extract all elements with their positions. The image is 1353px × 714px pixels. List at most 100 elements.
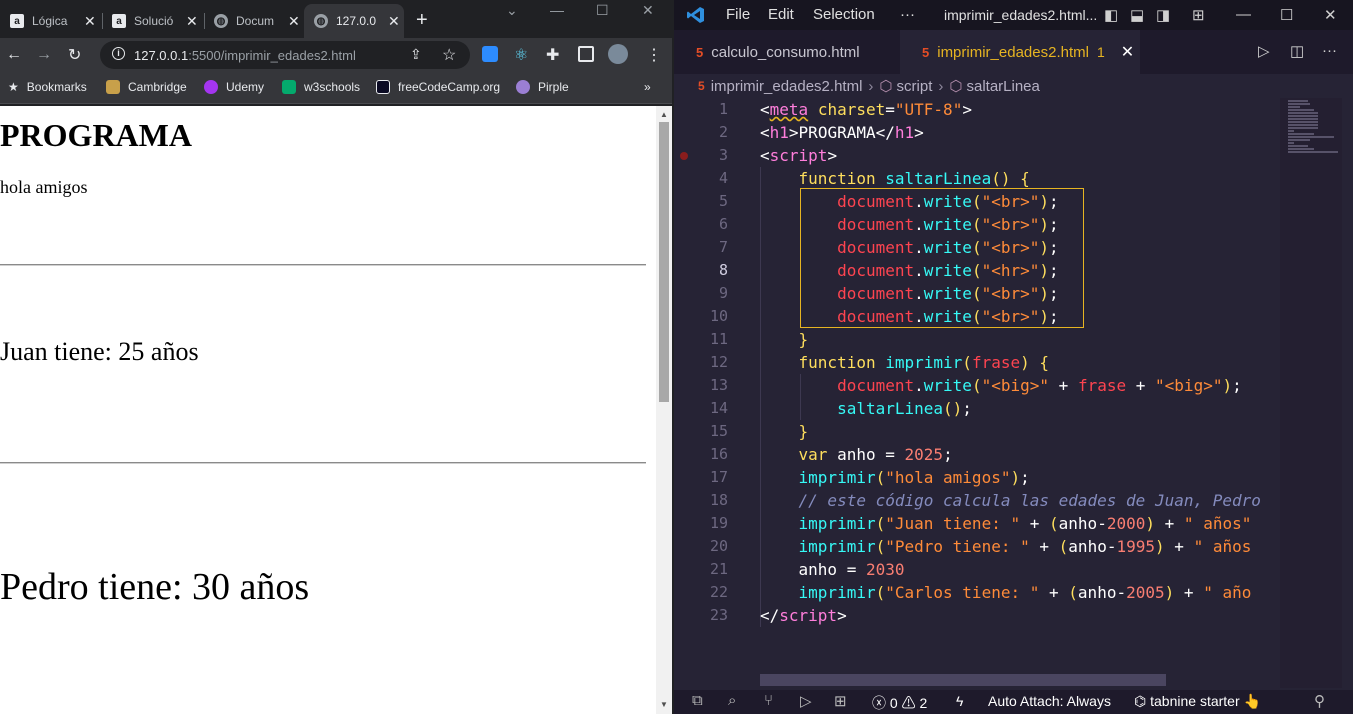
zoom-extension-icon[interactable] xyxy=(482,46,498,62)
minimap-line xyxy=(1288,103,1310,105)
search-icon[interactable]: ⌕ xyxy=(728,692,736,709)
remote-window-icon[interactable]: ⧉ xyxy=(692,692,703,709)
back-arrow-icon[interactable]: ← xyxy=(6,46,22,64)
bookmark-w3schools[interactable]: w3schools xyxy=(282,80,360,94)
browser-tab-1[interactable]: a Lógica ✕ xyxy=(0,4,100,38)
code-line: 23 </script> xyxy=(674,604,1280,627)
html5-icon: 5 xyxy=(698,79,705,93)
minimap[interactable] xyxy=(1280,98,1342,688)
minimap-line xyxy=(1288,112,1318,114)
hand-icon: 👆 xyxy=(1243,693,1261,709)
url-text[interactable]: 127.0.0.1:5500/imprimir_edades2.html xyxy=(134,48,356,63)
close-icon[interactable]: ✕ xyxy=(388,13,400,30)
page-big-text: Juan tiene: 25 años xyxy=(0,337,199,366)
code-line: 19 imprimir("Juan tiene: " + (anho-2000)… xyxy=(674,512,1280,535)
split-editor-icon[interactable]: ◫ xyxy=(1290,42,1304,60)
extensions-icon[interactable]: ⊞ xyxy=(834,692,847,710)
extensions-puzzle-icon[interactable]: ✚ xyxy=(546,45,559,65)
page-scrollbar[interactable]: ▲ ▼ xyxy=(656,106,672,714)
menu-more[interactable]: ··· xyxy=(900,6,915,23)
tabnine-status[interactable]: ⌬ tabnine starter 👆 xyxy=(1134,693,1261,710)
amazon-a-icon: a xyxy=(10,14,24,28)
bookmarks-overflow-icon[interactable]: » xyxy=(644,80,651,94)
maximize-icon[interactable]: ☐ xyxy=(1280,6,1293,24)
feedback-person-icon[interactable]: ⚲ xyxy=(1314,692,1325,710)
bookmark-freecodecamp[interactable]: freeCodeCamp.org xyxy=(376,80,500,94)
line-number: 1 xyxy=(718,100,728,118)
page-text-line: hola amigos xyxy=(0,177,88,197)
scroll-up-arrow-icon[interactable]: ▲ xyxy=(660,110,668,119)
minimap-line xyxy=(1288,142,1294,144)
problems-indicator[interactable]: ⓧ 0 ⚠ 2 xyxy=(872,693,927,713)
bookmark-label: Udemy xyxy=(226,80,265,94)
close-window-icon[interactable]: ✕ xyxy=(1324,6,1337,24)
customize-layout-icon[interactable]: ⊞ xyxy=(1192,6,1205,24)
w3schools-icon xyxy=(282,80,296,94)
maximize-icon[interactable]: ☐ xyxy=(596,2,609,19)
source-control-icon[interactable]: ⑂ xyxy=(764,692,773,709)
browser-tab-3[interactable]: ◍ Docum ✕ xyxy=(204,4,304,38)
toggle-panel-icon[interactable]: ⬓ xyxy=(1130,6,1144,24)
reload-icon[interactable]: ↻ xyxy=(68,45,81,65)
menu-file[interactable]: File xyxy=(726,6,750,23)
close-window-icon[interactable]: ✕ xyxy=(642,2,654,19)
bookmark-label: freeCodeCamp.org xyxy=(398,80,501,94)
minimize-icon[interactable]: — xyxy=(550,2,564,18)
code-line: 4 function saltarLinea() { xyxy=(674,167,1280,190)
auto-attach-status[interactable]: Auto Attach: Always xyxy=(988,693,1111,709)
line-number: 4 xyxy=(718,169,728,187)
forward-arrow-icon[interactable]: → xyxy=(36,46,52,64)
profile-avatar[interactable] xyxy=(608,44,628,64)
new-tab-plus-icon[interactable]: + xyxy=(416,9,428,32)
minimap-line xyxy=(1288,130,1294,132)
bookmark-pirple[interactable]: Pirple xyxy=(516,80,569,94)
line-number: 8 xyxy=(718,261,728,279)
editor-scrollbar[interactable] xyxy=(1342,98,1353,688)
breadcrumb-file[interactable]: imprimir_edades2.html xyxy=(711,78,863,95)
minimap-line xyxy=(1288,106,1300,108)
minimap-line xyxy=(1288,133,1314,135)
react-devtools-icon[interactable]: ⚛ xyxy=(514,45,528,65)
breadcrumb-function[interactable]: saltarLinea xyxy=(966,78,1039,95)
close-icon[interactable]: ✕ xyxy=(186,13,198,30)
menu-selection[interactable]: Selection xyxy=(813,6,875,23)
run-play-icon[interactable]: ▷ xyxy=(1258,42,1270,60)
line-number: 16 xyxy=(709,445,728,463)
lightning-icon[interactable]: ϟ xyxy=(956,693,963,709)
browser-tab-2[interactable]: a Solució ✕ xyxy=(102,4,202,38)
globe-icon: ◍ xyxy=(214,14,228,28)
side-panel-icon[interactable] xyxy=(578,46,594,62)
tab-calculo-consumo[interactable]: 5 calculo_consumo.html xyxy=(674,30,898,74)
browser-tab-4-active[interactable]: ◍ 127.0.0 ✕ xyxy=(304,4,404,38)
run-debug-icon[interactable]: ▷ xyxy=(800,692,812,710)
tab-search-chevron-icon[interactable]: ⌄ xyxy=(506,2,518,19)
toggle-sidebar-icon[interactable]: ◧ xyxy=(1104,6,1118,24)
bookmark-cambridge[interactable]: Cambridge xyxy=(106,80,187,94)
close-icon[interactable]: ✕ xyxy=(288,13,300,30)
bookmark-star-icon[interactable]: ☆ xyxy=(442,45,456,65)
more-actions-icon[interactable]: ··· xyxy=(1322,42,1337,59)
scroll-down-arrow-icon[interactable]: ▼ xyxy=(660,700,668,709)
tab-strip: a Lógica ✕ a Solució ✕ ◍ Docum ✕ ◍ 127.0… xyxy=(0,0,672,38)
close-icon[interactable]: ✕ xyxy=(1121,42,1134,62)
bookmark-udemy[interactable]: Udemy xyxy=(204,80,264,94)
minimap-line xyxy=(1288,118,1318,120)
tab-imprimir-edades2[interactable]: 5 imprimir_edades2.html 1 ✕ xyxy=(900,30,1140,74)
toggle-secondary-sidebar-icon[interactable]: ◨ xyxy=(1156,6,1170,24)
share-icon[interactable]: ⇪ xyxy=(410,46,422,63)
menu-edit[interactable]: Edit xyxy=(768,6,794,23)
breadcrumb-script[interactable]: script xyxy=(897,78,933,95)
horizontal-scrollbar[interactable] xyxy=(760,674,1166,686)
minimap-line xyxy=(1288,124,1318,126)
bookmark-bookmarks[interactable]: ★ Bookmarks xyxy=(8,80,87,94)
close-icon[interactable]: ✕ xyxy=(84,13,96,30)
line-number: 19 xyxy=(709,514,728,532)
site-info-icon[interactable]: i xyxy=(112,47,125,60)
scrollbar-thumb[interactable] xyxy=(659,122,669,402)
method-cube-icon: ⬡ xyxy=(949,78,963,95)
code-editor[interactable]: 1 <meta charset="UTF-8"> 2 <h1>PROGRAMA</h… xyxy=(674,98,1280,688)
more-menu-icon[interactable]: ⋮ xyxy=(646,45,662,65)
minimap-line xyxy=(1288,136,1334,138)
minimize-icon[interactable]: — xyxy=(1236,6,1251,23)
line-number: 2 xyxy=(718,123,728,141)
